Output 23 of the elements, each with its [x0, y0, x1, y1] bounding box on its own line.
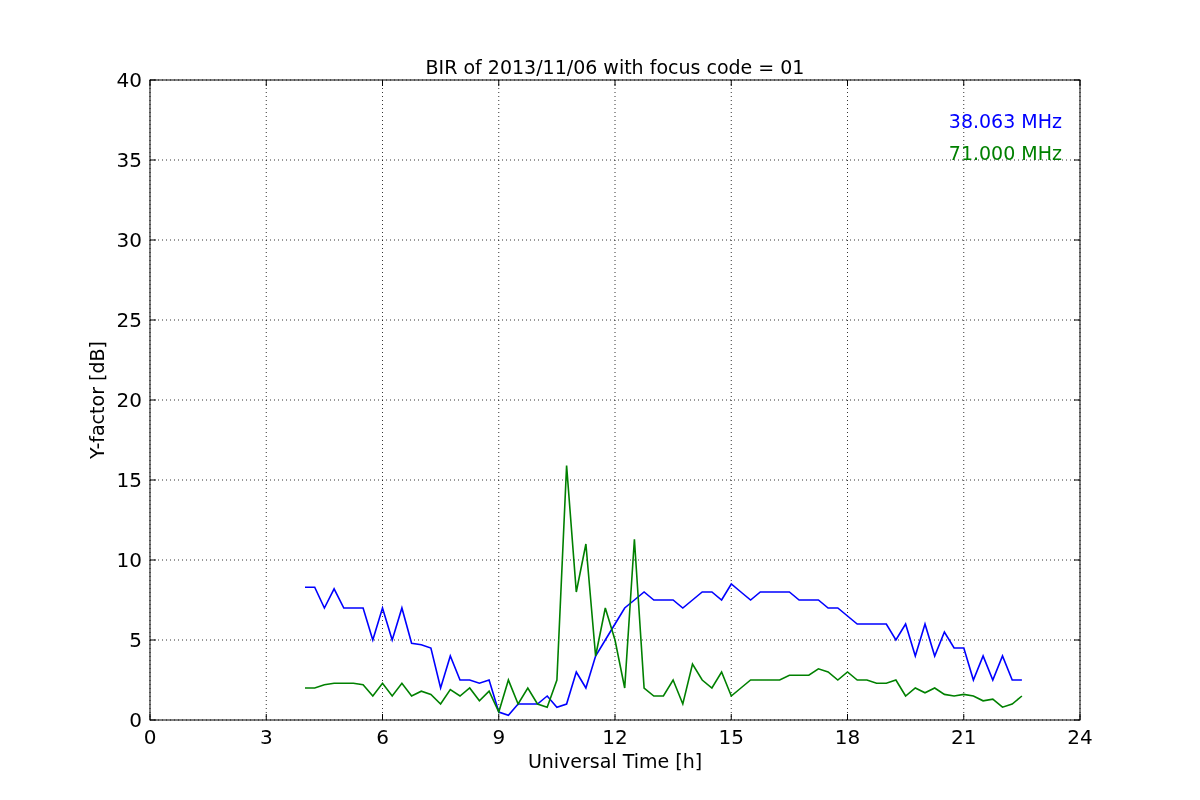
x-tick-label: 18	[834, 725, 861, 749]
y-tick-label: 35	[116, 148, 142, 172]
y-tick-label: 40	[116, 68, 142, 92]
legend-label: 71.000 MHz	[948, 142, 1062, 164]
x-axis-label: Universal Time [h]	[527, 750, 703, 772]
x-tick-label: 3	[259, 725, 273, 749]
y-tick-label: 30	[116, 228, 142, 252]
y-tick-label: 0	[129, 708, 142, 732]
legend-label: 38.063 MHz	[948, 110, 1062, 132]
y-tick-label: 20	[116, 388, 142, 412]
x-tick-label: 24	[1067, 725, 1093, 749]
x-tick-label: 21	[951, 725, 977, 749]
y-tick-label: 25	[116, 308, 142, 332]
x-tick-label: 15	[718, 725, 744, 749]
y-tick-label: 15	[116, 468, 142, 492]
y-axis-label: Y-factor [dB]	[86, 341, 108, 459]
chart-title: BIR of 2013/11/06 with focus code = 01	[425, 56, 805, 78]
y-tick-label: 10	[116, 548, 142, 572]
x-tick-label: 0	[143, 725, 157, 749]
x-tick-label: 12	[602, 725, 628, 749]
x-tick-label: 9	[492, 725, 506, 749]
x-tick-label: 6	[376, 725, 389, 749]
y-tick-label: 5	[129, 628, 142, 652]
